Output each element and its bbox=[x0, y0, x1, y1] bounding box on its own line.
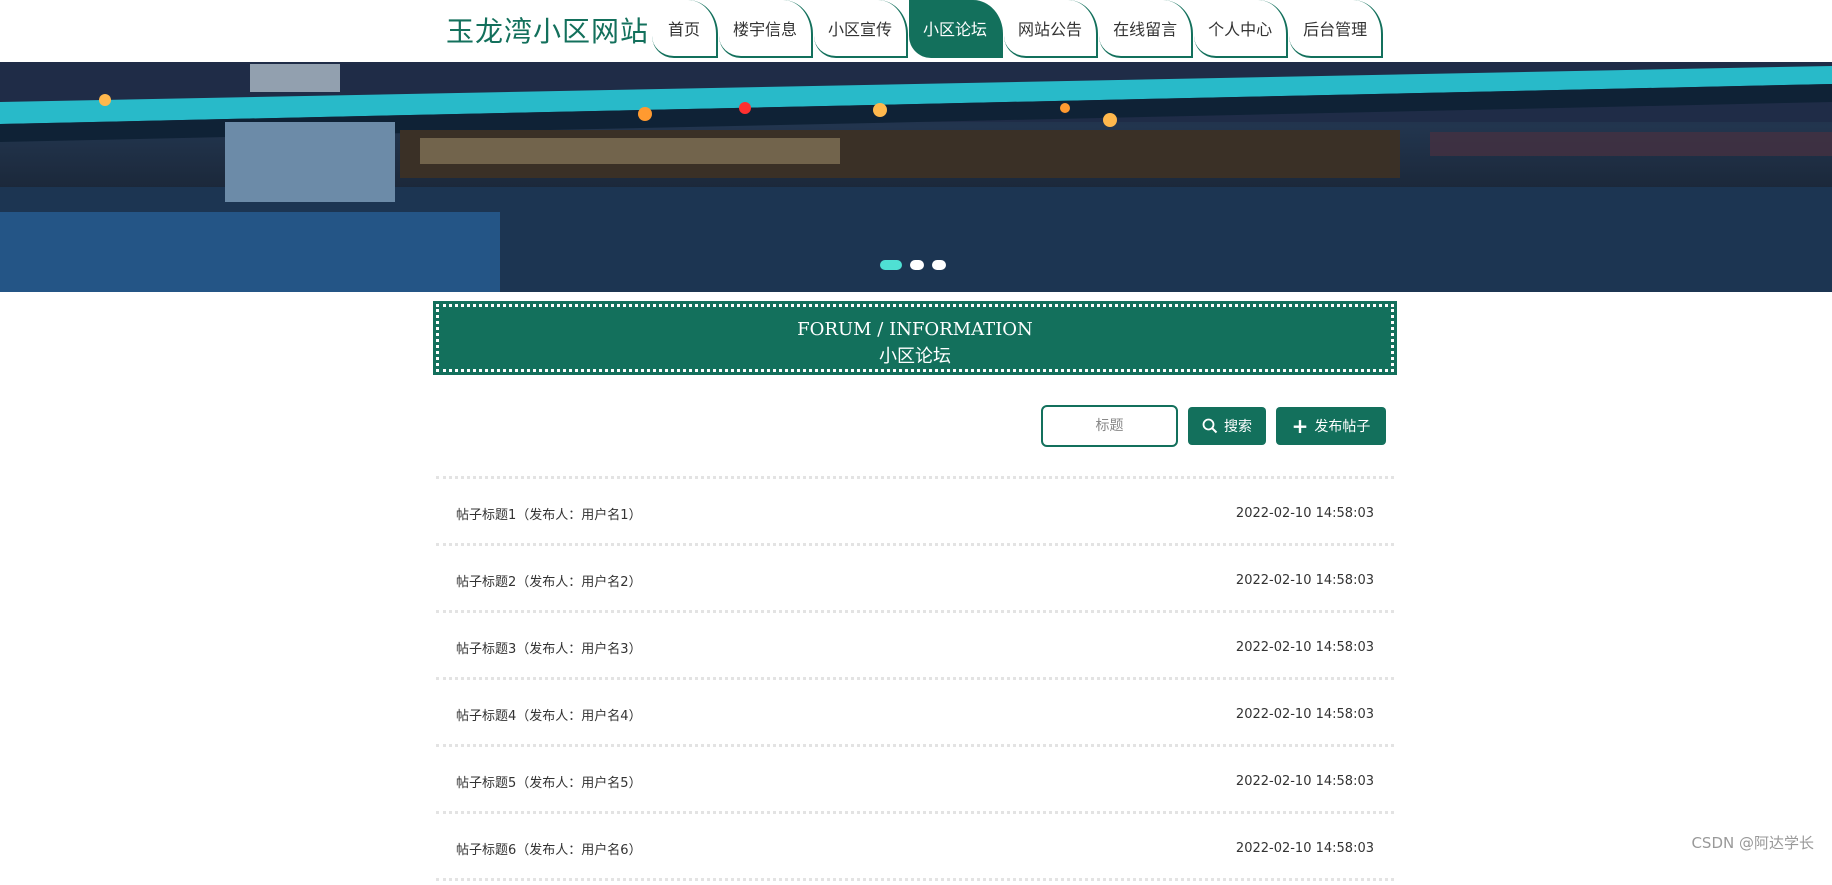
carousel-dot-2[interactable] bbox=[910, 260, 924, 270]
carousel-dot-1[interactable] bbox=[880, 260, 902, 270]
banner-carousel[interactable] bbox=[0, 62, 1832, 292]
post-time: 2022-02-10 14:58:03 bbox=[1235, 706, 1374, 722]
post-author-prefix: （发布人： bbox=[516, 641, 582, 657]
post-item[interactable]: 帖子标题6 （发布人： 用户名6） 2022-02-10 14:58:03 bbox=[436, 818, 1394, 878]
post-title[interactable]: 帖子标题2 （发布人： 用户名2） bbox=[456, 571, 642, 590]
post-author-prefix: （发布人： bbox=[516, 775, 582, 791]
post-time: 2022-02-10 14:58:03 bbox=[1235, 572, 1374, 588]
carousel-dots bbox=[880, 260, 946, 270]
nav-item-home[interactable]: 首页 bbox=[652, 0, 718, 58]
watermark: CSDN @阿达学长 bbox=[1691, 834, 1814, 852]
post-author-suffix: ） bbox=[628, 574, 642, 590]
new-post-button-label: 发布帖子 bbox=[1314, 419, 1371, 435]
main-nav: 首页 楼宇信息 小区宣传 小区论坛 网站公告 在线留言 个人中心 后台管理 bbox=[652, 0, 1384, 61]
row-divider bbox=[436, 476, 1394, 483]
nav-item-profile[interactable]: 个人中心 bbox=[1194, 0, 1289, 58]
post-title-text: 帖子标题4 bbox=[456, 708, 517, 724]
post-author: 用户名2 bbox=[581, 574, 629, 590]
post-title[interactable]: 帖子标题3 （发布人： 用户名3） bbox=[456, 638, 642, 657]
banner-image bbox=[0, 62, 1832, 292]
search-icon bbox=[1202, 418, 1218, 434]
post-author-suffix: ） bbox=[628, 641, 642, 657]
post-title-text: 帖子标题5 bbox=[456, 775, 517, 791]
post-author-prefix: （发布人： bbox=[516, 574, 582, 590]
post-author-suffix: ） bbox=[628, 842, 642, 858]
post-author-prefix: （发布人： bbox=[516, 842, 582, 858]
nav-item-messages[interactable]: 在线留言 bbox=[1099, 0, 1194, 58]
post-title[interactable]: 帖子标题6 （发布人： 用户名6） bbox=[456, 839, 642, 858]
post-author: 用户名5 bbox=[581, 775, 629, 791]
search-button-label: 搜索 bbox=[1224, 419, 1252, 435]
post-author-prefix: （发布人： bbox=[516, 507, 582, 523]
post-author: 用户名4 bbox=[581, 708, 629, 724]
post-title-text: 帖子标题1 bbox=[456, 507, 517, 523]
post-author: 用户名3 bbox=[581, 641, 629, 657]
post-item[interactable]: 帖子标题2 （发布人： 用户名2） 2022-02-10 14:58:03 bbox=[436, 550, 1394, 610]
nav-item-forum[interactable]: 小区论坛 bbox=[909, 0, 1004, 58]
post-item[interactable]: 帖子标题1 （发布人： 用户名1） 2022-02-10 14:58:03 bbox=[436, 483, 1394, 543]
post-author: 用户名1 bbox=[581, 507, 629, 523]
row-divider bbox=[436, 610, 1394, 617]
post-author-prefix: （发布人： bbox=[516, 708, 582, 724]
nav-item-admin[interactable]: 后台管理 bbox=[1289, 0, 1384, 58]
section-header: FORUM / INFORMATION 小区论坛 bbox=[433, 301, 1397, 375]
post-item[interactable]: 帖子标题4 （发布人： 用户名4） 2022-02-10 14:58:03 bbox=[436, 684, 1394, 744]
nav-item-announcements[interactable]: 网站公告 bbox=[1004, 0, 1099, 58]
row-divider bbox=[436, 811, 1394, 818]
carousel-dot-3[interactable] bbox=[932, 260, 946, 270]
row-divider bbox=[436, 878, 1394, 885]
post-title-text: 帖子标题3 bbox=[456, 641, 517, 657]
post-time: 2022-02-10 14:58:03 bbox=[1235, 840, 1374, 856]
post-item[interactable]: 帖子标题5 （发布人： 用户名5） 2022-02-10 14:58:03 bbox=[436, 751, 1394, 811]
search-button[interactable]: 搜索 bbox=[1188, 407, 1266, 445]
post-author-suffix: ） bbox=[628, 507, 642, 523]
post-title[interactable]: 帖子标题1 （发布人： 用户名1） bbox=[456, 504, 642, 523]
post-item[interactable]: 帖子标题3 （发布人： 用户名3） 2022-02-10 14:58:03 bbox=[436, 617, 1394, 677]
post-title-text: 帖子标题2 bbox=[456, 574, 517, 590]
nav-item-buildings[interactable]: 楼宇信息 bbox=[719, 0, 814, 58]
post-time: 2022-02-10 14:58:03 bbox=[1235, 773, 1374, 789]
row-divider bbox=[436, 744, 1394, 751]
header: 玉龙湾小区网站 首页 楼宇信息 小区宣传 小区论坛 网站公告 在线留言 个人中心… bbox=[0, 0, 1832, 62]
post-author: 用户名6 bbox=[581, 842, 629, 858]
section-title-en: FORUM / INFORMATION bbox=[797, 319, 1033, 340]
row-divider bbox=[436, 677, 1394, 684]
post-title[interactable]: 帖子标题5 （发布人： 用户名5） bbox=[456, 772, 642, 791]
post-author-suffix: ） bbox=[628, 775, 642, 791]
post-author-suffix: ） bbox=[628, 708, 642, 724]
new-post-button[interactable]: + 发布帖子 bbox=[1276, 407, 1386, 445]
post-time: 2022-02-10 14:58:03 bbox=[1235, 505, 1374, 521]
post-title[interactable]: 帖子标题4 （发布人： 用户名4） bbox=[456, 705, 642, 724]
post-list: 帖子标题1 （发布人： 用户名1） 2022-02-10 14:58:03 帖子标题… bbox=[436, 476, 1394, 885]
plus-icon: + bbox=[1291, 414, 1309, 438]
search-input[interactable] bbox=[1041, 405, 1178, 447]
post-title-text: 帖子标题6 bbox=[456, 842, 517, 858]
row-divider bbox=[436, 543, 1394, 550]
section-title-cn: 小区论坛 bbox=[879, 346, 951, 367]
site-title[interactable]: 玉龙湾小区网站 bbox=[446, 10, 649, 50]
post-time: 2022-02-10 14:58:03 bbox=[1235, 639, 1374, 655]
nav-item-promotion[interactable]: 小区宣传 bbox=[814, 0, 909, 58]
